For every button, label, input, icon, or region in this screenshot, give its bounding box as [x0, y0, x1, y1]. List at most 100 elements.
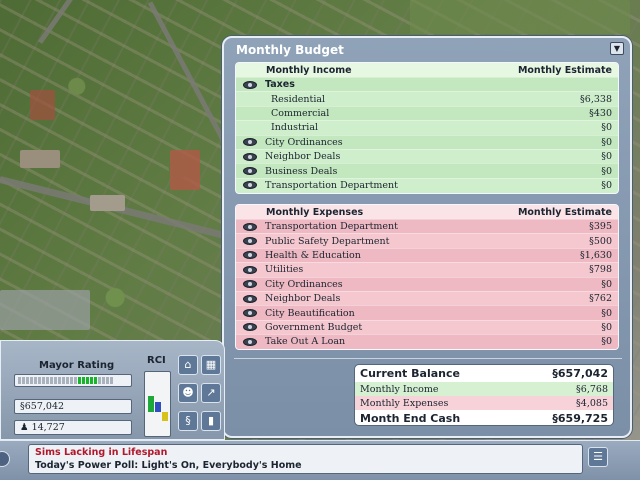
rating-tick: [58, 377, 61, 384]
rating-tick: [106, 377, 109, 384]
rating-tick: [78, 377, 81, 384]
funds-display[interactable]: §657,042: [14, 399, 132, 414]
rating-tick: [54, 377, 57, 384]
income-row-value: §6,338: [580, 93, 612, 105]
income-row-label: Industrial: [236, 122, 318, 133]
income-row[interactable]: Residential §6,338: [236, 91, 618, 105]
eye-icon[interactable]: [243, 251, 257, 260]
income-row-label: Taxes: [236, 79, 295, 90]
mayor-rating-bar[interactable]: [14, 374, 132, 387]
eye-icon[interactable]: [243, 337, 257, 346]
expense-row-text: City Beautification: [265, 307, 355, 319]
expense-row-text: City Ordinances: [265, 278, 343, 290]
income-row[interactable]: Taxes: [236, 77, 618, 92]
eye-icon[interactable]: [243, 309, 257, 318]
expense-row[interactable]: City Ordinances §0: [236, 276, 618, 291]
expenses-header-estimate: Monthly Estimate: [517, 206, 612, 218]
expenses-header: Monthly Expenses Monthly Estimate: [236, 205, 618, 219]
eye-icon[interactable]: [243, 181, 257, 190]
rating-tick: [102, 377, 105, 384]
news-box[interactable]: Sims Lacking in Lifespan Today's Power P…: [28, 444, 583, 474]
monthly-expenses-label: Monthly Expenses: [360, 397, 449, 409]
income-row[interactable]: Transportation Department §0: [236, 177, 618, 192]
income-rows: Taxes Residential §6,338 Commercial §430 Indu…: [236, 77, 618, 192]
building-cluster: [90, 195, 125, 211]
eye-icon[interactable]: [243, 280, 257, 289]
building-cluster: [410, 0, 630, 34]
rating-tick: [66, 377, 69, 384]
rating-tick: [22, 377, 25, 384]
month-end-cash-row: Month End Cash §659,725: [355, 410, 613, 425]
expense-row-label: Health & Education: [236, 250, 361, 261]
expense-row[interactable]: Utilities §798: [236, 262, 618, 276]
eye-icon[interactable]: [243, 167, 257, 176]
monthly-income-label: Monthly Income: [360, 383, 439, 395]
eye-icon[interactable]: [243, 323, 257, 332]
rci-bar-commercial: [155, 401, 161, 412]
eye-icon[interactable]: [243, 294, 257, 303]
income-row-value: §430: [589, 107, 612, 119]
rating-tick: [86, 377, 89, 384]
news-ticker: Sims Lacking in Lifespan Today's Power P…: [0, 440, 640, 480]
expense-row[interactable]: Health & Education §1,630: [236, 247, 618, 263]
expense-row-label: Government Budget: [236, 322, 362, 333]
eye-icon[interactable]: [243, 237, 257, 246]
expense-row[interactable]: Neighbor Deals §762: [236, 290, 618, 305]
expense-row[interactable]: City Beautification §0: [236, 305, 618, 320]
advisor-icon[interactable]: ☻: [178, 383, 198, 403]
chevron-down-icon[interactable]: ▼: [610, 42, 624, 55]
expense-row-label: Neighbor Deals: [236, 293, 340, 304]
expense-row-value: §395: [589, 221, 612, 233]
zone-tool-icon[interactable]: ⌂: [178, 355, 198, 375]
expense-row[interactable]: Take Out A Loan §0: [236, 334, 618, 349]
rating-tick: [74, 377, 77, 384]
income-row[interactable]: Industrial §0: [236, 120, 618, 134]
expense-row[interactable]: Public Safety Department §500: [236, 233, 618, 247]
income-row-text: Transportation Department: [265, 179, 398, 191]
expense-row-label: Transportation Department: [236, 221, 398, 232]
eye-icon[interactable]: [243, 152, 257, 161]
income-row-label: Commercial: [236, 108, 329, 119]
graph-icon[interactable]: ↗: [201, 383, 221, 403]
monthly-income-row: Monthly Income §6,768: [355, 382, 613, 396]
budget-chart-icon[interactable]: ▮: [201, 411, 221, 431]
expense-row-text: Utilities: [265, 264, 304, 276]
rci-label: RCI: [147, 355, 166, 366]
news-list-icon[interactable]: ☰: [588, 447, 608, 467]
building-cluster: [30, 90, 55, 120]
expense-row[interactable]: Transportation Department §395: [236, 219, 618, 234]
population-display[interactable]: ♟ 14,727: [14, 420, 132, 435]
eye-icon[interactable]: [243, 265, 257, 274]
income-header: Monthly Income Monthly Estimate: [236, 63, 618, 77]
expense-row[interactable]: Government Budget §0: [236, 319, 618, 334]
map-grid-icon[interactable]: ▦: [201, 355, 221, 375]
current-balance-label: Current Balance: [360, 367, 460, 380]
income-row[interactable]: Commercial §430: [236, 105, 618, 121]
month-end-cash-label: Month End Cash: [360, 412, 461, 425]
expense-row-text: Take Out A Loan: [265, 336, 346, 348]
expense-row-value: §0: [601, 278, 612, 290]
eye-icon[interactable]: [243, 80, 257, 89]
income-row-text: Taxes: [265, 79, 295, 91]
eye-icon[interactable]: [243, 222, 257, 231]
rating-tick: [62, 377, 65, 384]
current-balance-row: Current Balance §657,042: [355, 365, 613, 382]
eye-icon[interactable]: [243, 138, 257, 147]
income-row[interactable]: Business Deals §0: [236, 163, 618, 178]
road: [37, 0, 146, 44]
income-row-value: §0: [601, 122, 612, 134]
income-row[interactable]: Neighbor Deals §0: [236, 148, 618, 163]
water-area: [0, 290, 90, 330]
expense-row-value: §798: [589, 264, 612, 276]
balance-summary: Current Balance §657,042 Monthly Income …: [354, 364, 614, 426]
income-row-value: §0: [601, 136, 612, 148]
population-value: 14,727: [31, 422, 65, 433]
monthly-expenses-row: Monthly Expenses §4,085: [355, 396, 613, 410]
query-icon[interactable]: §: [178, 411, 198, 431]
rci-meter[interactable]: [144, 371, 171, 437]
income-row[interactable]: City Ordinances §0: [236, 134, 618, 149]
panel-title: Monthly Budget: [236, 43, 344, 57]
ticker-toggle-button[interactable]: [0, 451, 10, 467]
expense-row-text: Neighbor Deals: [265, 293, 341, 305]
rating-tick: [34, 377, 37, 384]
